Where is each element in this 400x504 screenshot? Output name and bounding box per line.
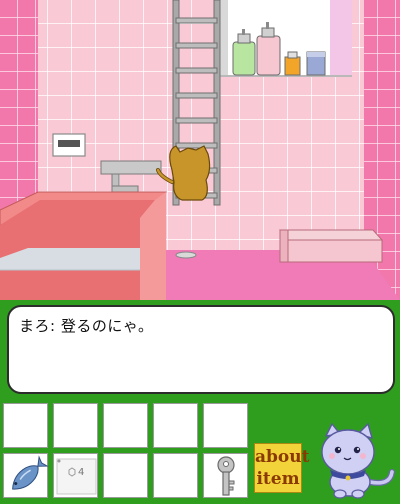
game-scene[interactable] xyxy=(0,0,400,300)
bathroom-scene xyxy=(0,0,400,300)
drain[interactable] xyxy=(175,251,197,259)
left-wall xyxy=(0,0,38,210)
dialog-text: まろ: 登るのにゃ。 xyxy=(19,317,154,335)
dialog-box[interactable]: まろ: 登るのにゃ。 xyxy=(7,305,395,394)
key-icon xyxy=(217,456,235,496)
inventory-slot-2[interactable] xyxy=(53,403,98,448)
inventory-slot-1[interactable] xyxy=(3,403,48,448)
fish-icon xyxy=(12,455,49,490)
card-badge: 4 xyxy=(78,467,85,478)
inventory-slot-7[interactable]: 4 xyxy=(53,453,98,498)
inventory-slot-9[interactable] xyxy=(153,453,198,498)
inventory-slot-4[interactable] xyxy=(153,403,198,448)
wall-control-panel[interactable] xyxy=(52,133,86,157)
about-item-button[interactable]: about item xyxy=(254,443,310,493)
step-stool[interactable] xyxy=(278,229,384,263)
bath-water xyxy=(0,248,140,270)
mascot-cat-icon xyxy=(321,422,395,499)
card-icon xyxy=(56,458,97,495)
inventory-slot-5[interactable] xyxy=(203,403,248,448)
inventory-slot-6[interactable] xyxy=(3,453,49,498)
blue-jar[interactable] xyxy=(306,51,326,76)
about-item-label-line2: item xyxy=(256,469,300,489)
inventory-slot-3[interactable] xyxy=(103,403,148,448)
mascot-cat xyxy=(310,420,400,500)
bathtub[interactable] xyxy=(0,191,167,300)
inventory-slot-8[interactable] xyxy=(103,453,148,498)
about-item-label-line1: about xyxy=(255,447,310,467)
inventory-slot-10[interactable] xyxy=(203,453,248,498)
